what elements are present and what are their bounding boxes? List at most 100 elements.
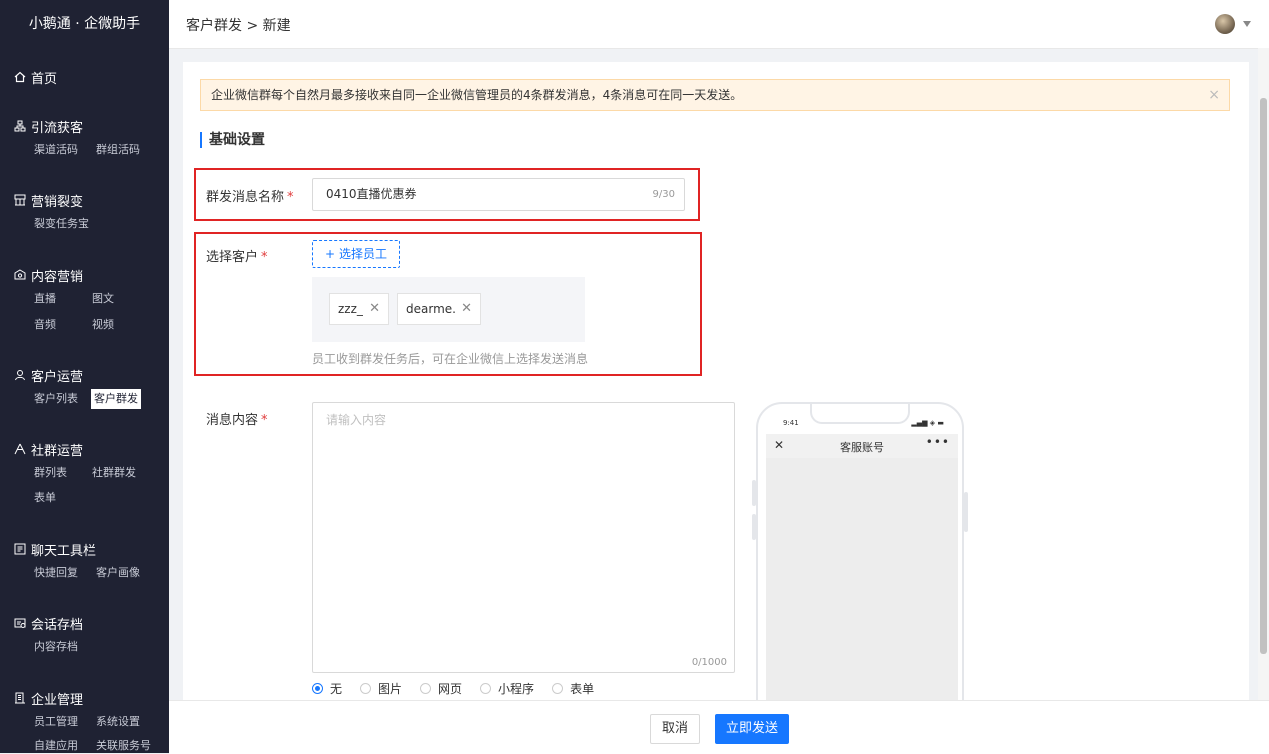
sidebar-item-community-broadcast[interactable]: 社群群发 <box>90 463 138 483</box>
phone-nav-bar: ✕ 客服账号 ••• <box>766 434 958 458</box>
radio-circle <box>360 683 372 694</box>
chevron-down-icon[interactable] <box>1243 21 1251 27</box>
scrollbar[interactable] <box>1258 48 1269 700</box>
radio-image[interactable]: 图片 <box>360 680 402 697</box>
content-field-label: 消息内容 * <box>206 409 268 428</box>
sidebar-group-header[interactable]: 客户运营 <box>14 364 155 386</box>
radio-webpage[interactable]: 网页 <box>420 680 462 697</box>
select-staff-button[interactable]: + 选择员工 <box>312 240 400 268</box>
scrollbar-thumb[interactable] <box>1260 98 1267 654</box>
required-mark: * <box>287 190 294 205</box>
message-content-textarea[interactable]: 请输入内容 0/1000 <box>312 402 735 673</box>
attachment-type-radio-group: 无 图片 网页 小程序 表单 <box>312 680 612 697</box>
cancel-button[interactable]: 取消 <box>650 714 700 744</box>
sidebar-item-customer-list[interactable]: 客户列表 <box>32 389 80 409</box>
phone-preview: 9:41 ▂▄▆ ◈ ▬ ✕ 客服账号 ••• <box>756 402 964 732</box>
sidebar-group-title: 首页 <box>31 71 58 87</box>
plus-icon: + <box>325 247 336 261</box>
radio-none[interactable]: 无 <box>312 680 342 697</box>
sidebar-item-channel-code[interactable]: 渠道活码 <box>32 140 80 160</box>
phone-notch <box>810 404 910 424</box>
staff-tag: zzz_ ✕ <box>329 293 389 325</box>
label-text: 群发消息名称 <box>206 190 285 205</box>
sidebar-group-title: 企业管理 <box>31 692 84 708</box>
sidebar-group-enterprise: 企业管理 员工管理 系统设置 自建应用 关联服务号 <box>0 687 169 753</box>
sidebar-item-customer-profile[interactable]: 客户画像 <box>94 563 142 583</box>
close-icon[interactable]: × <box>1208 80 1220 110</box>
staff-tag-label: dearme. <box>406 302 456 316</box>
sidebar-group-header[interactable]: 营销裂变 <box>14 189 105 211</box>
avatar-icon[interactable] <box>1215 14 1235 34</box>
radio-label: 无 <box>330 682 343 696</box>
home-icon <box>14 71 26 83</box>
sidebar-group-header[interactable]: 企业管理 <box>14 687 169 709</box>
label-text: 选择客户 <box>206 250 259 265</box>
sidebar-group-header[interactable]: 会话存档 <box>14 612 94 634</box>
sidebar-item-live[interactable]: 直播 <box>32 289 76 309</box>
sidebar-group-title: 客户运营 <box>31 369 84 385</box>
archive-icon <box>14 618 26 628</box>
more-icon: ••• <box>925 435 950 449</box>
sidebar-item-group-list[interactable]: 群列表 <box>32 463 76 483</box>
sidebar-group-header[interactable]: 引流获客 <box>14 115 156 137</box>
radio-mini-program[interactable]: 小程序 <box>480 680 534 697</box>
send-now-button[interactable]: 立即发送 <box>715 714 789 744</box>
sidebar-item-fission-task[interactable]: 裂变任务宝 <box>32 214 91 234</box>
alert-text: 企业微信群每个自然月最多接收来自同一企业微信管理员的4条群发消息，4条消息可在同… <box>211 88 743 102</box>
sidebar-item-quick-reply[interactable]: 快捷回复 <box>32 563 80 583</box>
sidebar-group-header[interactable]: 聊天工具栏 <box>14 538 156 560</box>
sidebar-item-staff[interactable]: 员工管理 <box>32 712 80 732</box>
sidebar-group-chat-toolbar: 聊天工具栏 快捷回复 客户画像 <box>0 538 156 583</box>
sidebar-group-header[interactable]: 社群运营 <box>14 438 162 460</box>
select-staff-label: 选择员工 <box>338 247 387 261</box>
sidebar-item-settings[interactable]: 系统设置 <box>94 712 142 732</box>
sidebar-group-header[interactable]: 内容营销 <box>14 264 152 286</box>
phone-chat-area <box>766 458 958 730</box>
sidebar-group-home[interactable]: 首页 <box>0 66 57 88</box>
radio-circle <box>312 683 323 694</box>
customer-hint: 员工收到群发任务后，可在企业微信上选择发送消息 <box>312 352 589 366</box>
sidebar-item-custom-app[interactable]: 自建应用 <box>32 736 80 753</box>
sidebar-group-archive: 会话存档 内容存档 <box>0 612 94 657</box>
section-title: 基础设置 <box>200 132 265 148</box>
top-header: 客户群发 > 新建 <box>169 0 1269 49</box>
toolbar-icon <box>14 543 26 555</box>
close-icon[interactable]: ✕ <box>461 294 472 324</box>
radio-label: 小程序 <box>498 682 535 696</box>
radio-circle <box>480 683 492 694</box>
radio-form[interactable]: 表单 <box>552 680 594 697</box>
radio-circle <box>420 683 432 694</box>
sidebar-item-audio[interactable]: 音频 <box>32 315 76 335</box>
sidebar-item-form[interactable]: 表单 <box>32 488 58 508</box>
sidebar-item-content-archive[interactable]: 内容存档 <box>32 637 80 657</box>
sidebar-group-content: 内容营销 直播 图文 音频 视频 <box>0 264 152 335</box>
radio-label: 图片 <box>378 682 403 696</box>
staff-tag: dearme. ✕ <box>397 293 481 325</box>
radio-circle <box>552 683 564 694</box>
selected-staff-area: zzz_ ✕ dearme. ✕ <box>312 277 585 342</box>
phone-side-button <box>964 492 968 532</box>
close-icon[interactable]: ✕ <box>369 294 380 324</box>
sidebar-group-community: 社群运营 群列表 社群群发 表单 <box>0 438 162 508</box>
sidebar-item-group-code[interactable]: 群组活码 <box>94 140 142 160</box>
content-placeholder: 请输入内容 <box>326 413 387 427</box>
sidebar-item-customer-broadcast[interactable]: 客户群发 <box>91 389 141 409</box>
brand-title: 小鹅通 · 企微助手 <box>28 16 141 32</box>
sidebar-item-service-account[interactable]: 关联服务号 <box>94 736 153 753</box>
sidebar-item-article[interactable]: 图文 <box>90 289 116 309</box>
message-name-input[interactable]: 0410直播优惠券 9/30 <box>312 178 685 211</box>
sidebar-group-title: 内容营销 <box>31 269 84 285</box>
customer-field-label: 选择客户 * <box>206 246 268 265</box>
main-card: 企业微信群每个自然月最多接收来自同一企业微信管理员的4条群发消息，4条消息可在同… <box>183 62 1249 732</box>
sidebar-group-title: 社群运营 <box>31 443 84 459</box>
radio-label: 网页 <box>438 682 463 696</box>
char-counter: 9/30 <box>652 189 675 200</box>
label-text: 消息内容 <box>206 413 259 428</box>
building-icon <box>15 692 25 704</box>
split-icon <box>14 194 26 206</box>
char-counter: 0/1000 <box>691 657 727 668</box>
sidebar-group-title: 引流获客 <box>31 120 84 136</box>
sidebar-item-video[interactable]: 视频 <box>90 315 116 335</box>
user-icon <box>15 370 25 381</box>
sidebar-group-title: 营销裂变 <box>31 194 84 210</box>
